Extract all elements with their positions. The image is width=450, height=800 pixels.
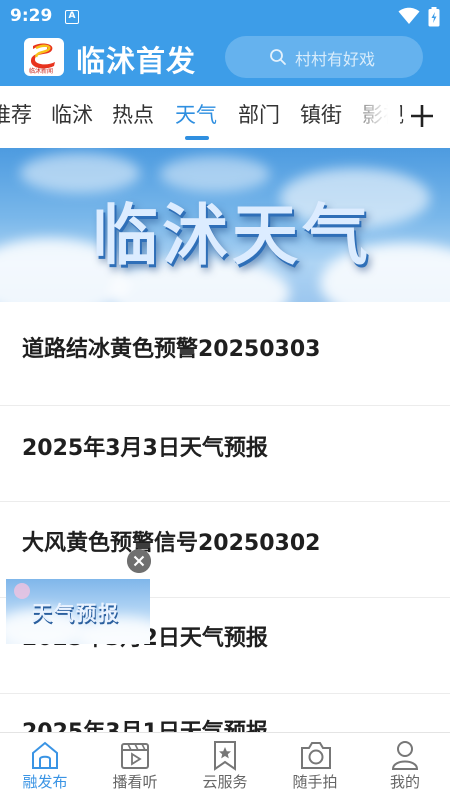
add-channel-icon[interactable] bbox=[406, 94, 438, 134]
channel-tabs: 推荐 临沭 热点 天气 部门 镇街 影视 bbox=[0, 86, 450, 146]
nav-label: 随手拍 bbox=[292, 773, 338, 791]
app-logo: 临沭新闻 bbox=[24, 38, 64, 76]
logo-text: 临沭新闻 bbox=[29, 68, 54, 75]
tab-recommend[interactable]: 推荐 bbox=[0, 99, 32, 129]
tab-towns[interactable]: 镇街 bbox=[300, 99, 342, 129]
tab-hot[interactable]: 热点 bbox=[112, 99, 154, 129]
app-title: 临沭首发 bbox=[76, 44, 197, 78]
status-notification-icon: A bbox=[65, 10, 79, 24]
floating-ad-title: 天气预报 bbox=[32, 601, 120, 625]
floating-ad[interactable]: 天气预报 bbox=[6, 579, 150, 644]
article-list: 道路结冰黄色预警20250303 2025年3月3日天气预报 大风黄色预警信号2… bbox=[0, 302, 450, 790]
nav-watch-listen[interactable]: 播看听 bbox=[90, 733, 180, 800]
nav-label: 播看听 bbox=[112, 773, 158, 791]
bookmark-star-icon bbox=[214, 741, 236, 771]
wifi-icon bbox=[398, 7, 420, 24]
app-header: 9:29 A 临沭新闻 临沭首发 村村有好戏 bbox=[0, 0, 450, 86]
search-placeholder: 村村有好戏 bbox=[295, 50, 376, 69]
close-ad-icon[interactable] bbox=[127, 549, 151, 573]
video-icon bbox=[121, 743, 149, 769]
nav-publish[interactable]: 融发布 bbox=[0, 733, 90, 800]
sun-icon bbox=[14, 583, 30, 599]
tab-linshu[interactable]: 临沭 bbox=[51, 99, 93, 129]
camera-icon bbox=[301, 742, 331, 769]
active-tab-indicator bbox=[185, 136, 209, 140]
person-icon bbox=[391, 741, 419, 770]
battery-icon bbox=[428, 7, 440, 27]
nav-cloud-service[interactable]: 云服务 bbox=[180, 733, 270, 800]
article-title: 2025年3月3日天气预报 bbox=[22, 436, 268, 461]
tab-departments[interactable]: 部门 bbox=[238, 99, 280, 129]
nav-profile[interactable]: 我的 bbox=[360, 733, 450, 800]
banner-title: 临沭天气 bbox=[92, 197, 372, 274]
nav-snapshot[interactable]: 随手拍 bbox=[270, 733, 360, 800]
nav-label: 我的 bbox=[389, 773, 420, 791]
tab-fade bbox=[340, 86, 400, 146]
weather-banner[interactable]: 临沭天气 bbox=[0, 148, 450, 302]
search-box[interactable]: 村村有好戏 bbox=[225, 36, 423, 78]
tab-weather[interactable]: 天气 bbox=[175, 99, 217, 129]
search-icon bbox=[270, 49, 286, 65]
nav-label: 融发布 bbox=[22, 773, 68, 791]
article-title: 大风黄色预警信号20250302 bbox=[22, 531, 321, 556]
home-icon bbox=[32, 741, 58, 769]
list-item[interactable]: 道路结冰黄色预警20250303 bbox=[0, 302, 450, 406]
bottom-nav: 融发布 播看听 云服务 随手拍 我的 bbox=[0, 732, 450, 800]
article-title: 道路结冰黄色预警20250303 bbox=[22, 337, 321, 362]
list-item[interactable]: 2025年3月3日天气预报 bbox=[0, 406, 450, 502]
status-time: 9:29 bbox=[10, 6, 53, 26]
status-bar: 9:29 A bbox=[0, 0, 450, 32]
nav-label: 云服务 bbox=[202, 773, 248, 791]
